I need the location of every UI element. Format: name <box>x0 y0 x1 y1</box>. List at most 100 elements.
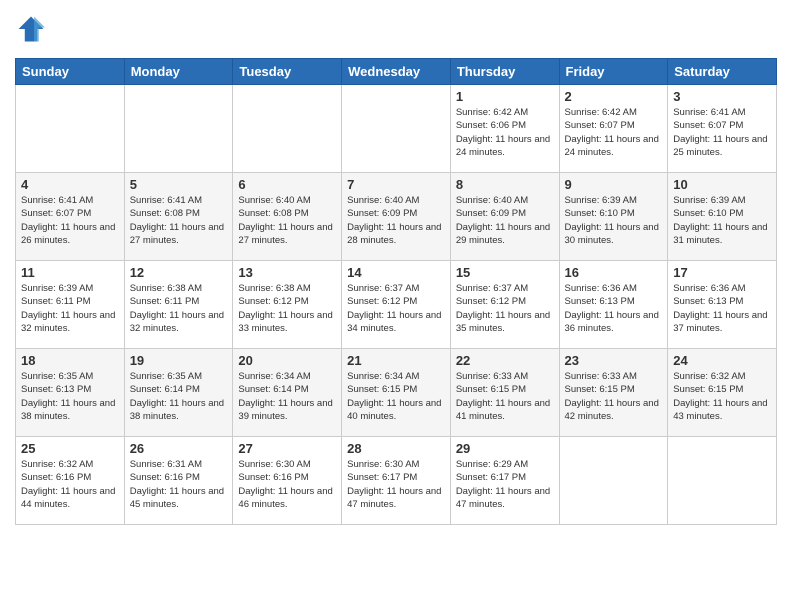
day-info: Sunrise: 6:38 AM Sunset: 6:12 PM Dayligh… <box>238 282 336 335</box>
day-info: Sunrise: 6:32 AM Sunset: 6:16 PM Dayligh… <box>21 458 119 511</box>
calendar-cell <box>233 85 342 173</box>
calendar-cell: 23 Sunrise: 6:33 AM Sunset: 6:15 PM Dayli… <box>559 349 668 437</box>
calendar-header-row: SundayMondayTuesdayWednesdayThursdayFrid… <box>16 59 777 85</box>
logo-icon <box>17 15 45 43</box>
day-header-thursday: Thursday <box>450 59 559 85</box>
day-info: Sunrise: 6:41 AM Sunset: 6:07 PM Dayligh… <box>673 106 771 159</box>
day-number: 11 <box>21 265 119 280</box>
calendar-cell: 29Sunrise: 6:29 AM Sunset: 6:17 PM Dayli… <box>450 437 559 525</box>
day-number: 15 <box>456 265 554 280</box>
day-info: Sunrise: 6:33 AM Sunset: 6:15 PM Dayligh… <box>565 370 663 423</box>
day-info: Sunrise: 6:32 AM Sunset: 6:15 PM Dayligh… <box>673 370 771 423</box>
day-info: Sunrise: 6:40 AM Sunset: 6:09 PM Dayligh… <box>456 194 554 247</box>
calendar-cell <box>559 437 668 525</box>
day-number: 14 <box>347 265 445 280</box>
day-number: 4 <box>21 177 119 192</box>
day-number: 28 <box>347 441 445 456</box>
day-info: Sunrise: 6:36 AM Sunset: 6:13 PM Dayligh… <box>565 282 663 335</box>
calendar-table: SundayMondayTuesdayWednesdayThursdayFrid… <box>15 58 777 525</box>
day-number: 18 <box>21 353 119 368</box>
calendar-cell: 6 Sunrise: 6:40 AM Sunset: 6:08 PM Daylig… <box>233 173 342 261</box>
day-number: 1 <box>456 89 554 104</box>
calendar-cell: 2Sunrise: 6:42 AM Sunset: 6:07 PM Daylig… <box>559 85 668 173</box>
calendar-cell: 3 Sunrise: 6:41 AM Sunset: 6:07 PM Daylig… <box>668 85 777 173</box>
day-header-friday: Friday <box>559 59 668 85</box>
calendar-cell: 11 Sunrise: 6:39 AM Sunset: 6:11 PM Dayli… <box>16 261 125 349</box>
day-info: Sunrise: 6:41 AM Sunset: 6:08 PM Dayligh… <box>130 194 228 247</box>
week-row-0: 1 Sunrise: 6:42 AM Sunset: 6:06 PM Daylig… <box>16 85 777 173</box>
day-number: 26 <box>130 441 228 456</box>
calendar-cell: 21 Sunrise: 6:34 AM Sunset: 6:15 PM Dayli… <box>342 349 451 437</box>
day-info: Sunrise: 6:37 AM Sunset: 6:12 PM Dayligh… <box>347 282 445 335</box>
week-row-2: 11 Sunrise: 6:39 AM Sunset: 6:11 PM Dayli… <box>16 261 777 349</box>
day-number: 25 <box>21 441 119 456</box>
day-info: Sunrise: 6:35 AM Sunset: 6:14 PM Dayligh… <box>130 370 228 423</box>
page: SundayMondayTuesdayWednesdayThursdayFrid… <box>0 0 792 535</box>
day-info: Sunrise: 6:38 AM Sunset: 6:11 PM Dayligh… <box>130 282 228 335</box>
week-row-1: 4 Sunrise: 6:41 AM Sunset: 6:07 PM Daylig… <box>16 173 777 261</box>
calendar-cell: 9 Sunrise: 6:39 AM Sunset: 6:10 PM Daylig… <box>559 173 668 261</box>
calendar-cell: 13 Sunrise: 6:38 AM Sunset: 6:12 PM Dayli… <box>233 261 342 349</box>
day-info: Sunrise: 6:40 AM Sunset: 6:09 PM Dayligh… <box>347 194 445 247</box>
day-header-tuesday: Tuesday <box>233 59 342 85</box>
day-info: Sunrise: 6:31 AM Sunset: 6:16 PM Dayligh… <box>130 458 228 511</box>
calendar-cell: 16 Sunrise: 6:36 AM Sunset: 6:13 PM Dayli… <box>559 261 668 349</box>
calendar-cell <box>16 85 125 173</box>
calendar-cell: 12 Sunrise: 6:38 AM Sunset: 6:11 PM Dayli… <box>124 261 233 349</box>
calendar-cell: 27Sunrise: 6:30 AM Sunset: 6:16 PM Dayli… <box>233 437 342 525</box>
day-header-wednesday: Wednesday <box>342 59 451 85</box>
logo <box>15 15 45 48</box>
day-info: Sunrise: 6:39 AM Sunset: 6:10 PM Dayligh… <box>673 194 771 247</box>
day-info: Sunrise: 6:34 AM Sunset: 6:14 PM Dayligh… <box>238 370 336 423</box>
day-header-sunday: Sunday <box>16 59 125 85</box>
day-info: Sunrise: 6:40 AM Sunset: 6:08 PM Dayligh… <box>238 194 336 247</box>
calendar-cell: 26 Sunrise: 6:31 AM Sunset: 6:16 PM Dayli… <box>124 437 233 525</box>
day-number: 17 <box>673 265 771 280</box>
calendar-cell: 1 Sunrise: 6:42 AM Sunset: 6:06 PM Daylig… <box>450 85 559 173</box>
day-number: 24 <box>673 353 771 368</box>
day-number: 29 <box>456 441 554 456</box>
day-info: Sunrise: 6:42 AM Sunset: 6:06 PM Dayligh… <box>456 106 554 159</box>
calendar-cell: 22 Sunrise: 6:33 AM Sunset: 6:15 PM Dayli… <box>450 349 559 437</box>
calendar-cell: 20 Sunrise: 6:34 AM Sunset: 6:14 PM Dayli… <box>233 349 342 437</box>
calendar-cell: 8 Sunrise: 6:40 AM Sunset: 6:09 PM Daylig… <box>450 173 559 261</box>
day-number: 23 <box>565 353 663 368</box>
day-number: 10 <box>673 177 771 192</box>
day-info: Sunrise: 6:36 AM Sunset: 6:13 PM Dayligh… <box>673 282 771 335</box>
calendar-cell: 19 Sunrise: 6:35 AM Sunset: 6:14 PM Dayli… <box>124 349 233 437</box>
calendar-cell: 17 Sunrise: 6:36 AM Sunset: 6:13 PM Dayli… <box>668 261 777 349</box>
day-number: 19 <box>130 353 228 368</box>
day-number: 21 <box>347 353 445 368</box>
day-info: Sunrise: 6:39 AM Sunset: 6:11 PM Dayligh… <box>21 282 119 335</box>
calendar-cell <box>124 85 233 173</box>
day-info: Sunrise: 6:39 AM Sunset: 6:10 PM Dayligh… <box>565 194 663 247</box>
day-number: 20 <box>238 353 336 368</box>
day-number: 8 <box>456 177 554 192</box>
day-number: 5 <box>130 177 228 192</box>
day-number: 7 <box>347 177 445 192</box>
day-info: Sunrise: 6:34 AM Sunset: 6:15 PM Dayligh… <box>347 370 445 423</box>
day-number: 9 <box>565 177 663 192</box>
day-info: Sunrise: 6:33 AM Sunset: 6:15 PM Dayligh… <box>456 370 554 423</box>
day-number: 6 <box>238 177 336 192</box>
week-row-4: 25 Sunrise: 6:32 AM Sunset: 6:16 PM Dayli… <box>16 437 777 525</box>
calendar-cell: 7 Sunrise: 6:40 AM Sunset: 6:09 PM Daylig… <box>342 173 451 261</box>
day-number: 27 <box>238 441 336 456</box>
day-number: 22 <box>456 353 554 368</box>
day-number: 16 <box>565 265 663 280</box>
calendar-cell: 25 Sunrise: 6:32 AM Sunset: 6:16 PM Dayli… <box>16 437 125 525</box>
day-info: Sunrise: 6:37 AM Sunset: 6:12 PM Dayligh… <box>456 282 554 335</box>
day-number: 12 <box>130 265 228 280</box>
day-number: 13 <box>238 265 336 280</box>
day-header-saturday: Saturday <box>668 59 777 85</box>
calendar-cell: 4 Sunrise: 6:41 AM Sunset: 6:07 PM Daylig… <box>16 173 125 261</box>
calendar-cell: 24 Sunrise: 6:32 AM Sunset: 6:15 PM Dayli… <box>668 349 777 437</box>
calendar-cell: 5 Sunrise: 6:41 AM Sunset: 6:08 PM Daylig… <box>124 173 233 261</box>
day-info: Sunrise: 6:42 AM Sunset: 6:07 PM Dayligh… <box>565 106 663 159</box>
calendar-cell: 18Sunrise: 6:35 AM Sunset: 6:13 PM Dayli… <box>16 349 125 437</box>
day-info: Sunrise: 6:41 AM Sunset: 6:07 PM Dayligh… <box>21 194 119 247</box>
day-header-monday: Monday <box>124 59 233 85</box>
week-row-3: 18Sunrise: 6:35 AM Sunset: 6:13 PM Dayli… <box>16 349 777 437</box>
day-number: 3 <box>673 89 771 104</box>
calendar-cell: 28Sunrise: 6:30 AM Sunset: 6:17 PM Dayli… <box>342 437 451 525</box>
